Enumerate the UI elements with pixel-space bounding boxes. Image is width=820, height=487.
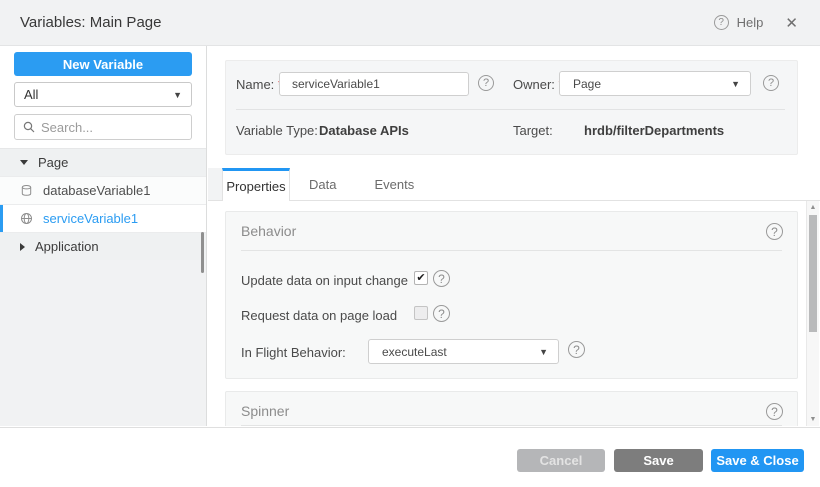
target-value: hrdb/filterDepartments (584, 123, 724, 138)
variable-type-label: Variable Type: (236, 123, 318, 138)
spinner-section: Spinner (225, 391, 798, 426)
tree-empty-area (0, 260, 206, 426)
spinner-help-icon[interactable] (766, 403, 783, 420)
spinner-section-title: Spinner (241, 403, 289, 419)
page-title: Variables: Main Page (0, 14, 161, 31)
update-on-input-change-label: Update data on input change (241, 273, 408, 288)
behavior-help-icon[interactable] (766, 223, 783, 240)
tree-item-label: serviceVariable1 (43, 211, 138, 226)
request-on-page-load-checkbox[interactable] (414, 306, 428, 320)
variable-filter-select[interactable]: All ▼ (14, 82, 192, 107)
tree-item-servicevariable1[interactable]: serviceVariable1 (0, 205, 206, 233)
sidebar-scrollbar-thumb[interactable] (201, 232, 204, 273)
update-on-input-change-checkbox[interactable] (414, 271, 428, 285)
behavior-section-title: Behavior (241, 223, 296, 239)
tab-events[interactable]: Events (355, 168, 433, 200)
section-divider (241, 425, 782, 426)
tab-data[interactable]: Data (290, 168, 355, 200)
summary-divider (236, 109, 785, 110)
name-help-icon[interactable] (478, 75, 494, 91)
tabbar-lead-spacer (208, 168, 222, 200)
search-icon (23, 121, 35, 133)
target-label: Target: (513, 123, 553, 138)
behavior-section: Behavior Update data on input change Req… (225, 211, 798, 379)
search-input[interactable] (41, 120, 171, 135)
name-label: Name: * (236, 77, 283, 92)
triangle-right-icon (20, 243, 25, 251)
dialog-footer: Cancel Save Save & Close (0, 427, 820, 487)
name-field[interactable] (279, 72, 469, 96)
tree-item-label: databaseVariable1 (43, 183, 150, 198)
request-on-page-load-help-icon[interactable] (433, 305, 450, 322)
variable-type-value: Database APIs (319, 123, 409, 138)
dialog-header: Variables: Main Page Help ✕ (0, 0, 820, 46)
content-scrollbar-thumb[interactable] (809, 215, 817, 332)
owner-label: Owner: * (513, 77, 564, 92)
properties-content: Behavior Update data on input change Req… (208, 201, 808, 426)
request-on-page-load-label: Request data on page load (241, 308, 397, 323)
chevron-down-icon: ▼ (539, 347, 548, 357)
variable-summary-panel: Name: * Owner: * Page ▼ Variable Type: D… (225, 60, 798, 155)
search-box[interactable] (14, 114, 192, 140)
scroll-down-arrow-icon[interactable]: ▼ (807, 416, 819, 423)
help-icon[interactable] (714, 15, 729, 30)
tree-group-label: Application (35, 239, 99, 254)
chevron-down-icon: ▼ (731, 79, 740, 89)
triangle-down-icon (20, 160, 28, 165)
content-scrollbar[interactable]: ▲ ▼ (806, 201, 819, 426)
section-divider (241, 250, 782, 251)
scroll-up-arrow-icon[interactable]: ▲ (807, 204, 819, 211)
in-flight-behavior-label: In Flight Behavior: (241, 345, 346, 360)
save-and-close-button[interactable]: Save & Close (711, 449, 804, 472)
tree-item-databasevariable1[interactable]: databaseVariable1 (0, 177, 206, 205)
in-flight-behavior-value: executeLast (382, 345, 447, 359)
new-variable-button[interactable]: New Variable (14, 52, 192, 76)
close-icon[interactable]: ✕ (785, 14, 798, 32)
tree-group-application[interactable]: Application (0, 233, 206, 261)
database-variable-icon (20, 184, 33, 197)
variables-tree: Page databaseVariable1 serviceVariable1 (0, 148, 206, 261)
in-flight-behavior-help-icon[interactable] (568, 341, 585, 358)
save-button[interactable]: Save (614, 449, 703, 472)
in-flight-behavior-select[interactable]: executeLast ▼ (368, 339, 559, 364)
variables-sidebar: New Variable All ▼ Page databaseVar (0, 46, 207, 426)
tree-group-label: Page (38, 155, 68, 170)
chevron-down-icon: ▼ (173, 90, 182, 100)
variables-dialog: Variables: Main Page Help ✕ New Variable… (0, 0, 820, 487)
variable-detail-panel: Name: * Owner: * Page ▼ Variable Type: D… (208, 46, 820, 426)
owner-select[interactable]: Page ▼ (559, 71, 751, 96)
help-link[interactable]: Help (737, 15, 764, 30)
owner-value: Page (573, 77, 601, 91)
cancel-button[interactable]: Cancel (517, 449, 605, 472)
owner-help-icon[interactable] (763, 75, 779, 91)
update-on-input-change-help-icon[interactable] (433, 270, 450, 287)
detail-tabs: Properties Data Events (208, 168, 820, 201)
tree-group-page[interactable]: Page (0, 149, 206, 177)
tab-properties[interactable]: Properties (222, 168, 290, 201)
service-variable-icon (20, 212, 33, 225)
variable-filter-value: All (24, 87, 38, 102)
